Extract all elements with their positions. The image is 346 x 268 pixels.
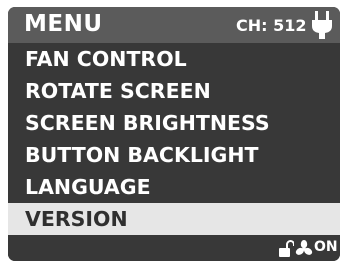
- unlock-icon: [279, 240, 294, 257]
- menu-item-fan-control[interactable]: FAN CONTROL: [8, 43, 340, 75]
- menu-item-label: VERSION: [25, 207, 128, 231]
- device-screen: MENU CH: 512 FAN CONTROL ROTATE SCREEN S…: [8, 7, 340, 261]
- page-title: MENU: [24, 11, 103, 37]
- menu-item-language[interactable]: LANGUAGE: [8, 171, 340, 203]
- menu-item-label: LANGUAGE: [25, 175, 151, 199]
- menu-item-label: BUTTON BACKLIGHT: [25, 143, 259, 167]
- plug-icon: [312, 11, 332, 39]
- fan-status-text: ON: [314, 239, 338, 255]
- fan-icon: [295, 240, 313, 255]
- menu-item-rotate-screen[interactable]: ROTATE SCREEN: [8, 75, 340, 107]
- menu-item-label: ROTATE SCREEN: [25, 79, 211, 103]
- header-bar: MENU CH: 512: [8, 7, 340, 43]
- channel-readout: CH: 512: [236, 16, 307, 35]
- status-bar: ON: [8, 235, 340, 261]
- menu-item-button-backlight[interactable]: BUTTON BACKLIGHT: [8, 139, 340, 171]
- menu-list: FAN CONTROL ROTATE SCREEN SCREEN BRIGHTN…: [8, 43, 340, 235]
- menu-item-version[interactable]: VERSION: [8, 203, 340, 235]
- menu-item-label: FAN CONTROL: [25, 47, 187, 71]
- menu-item-label: SCREEN BRIGHTNESS: [25, 111, 270, 135]
- menu-item-screen-brightness[interactable]: SCREEN BRIGHTNESS: [8, 107, 340, 139]
